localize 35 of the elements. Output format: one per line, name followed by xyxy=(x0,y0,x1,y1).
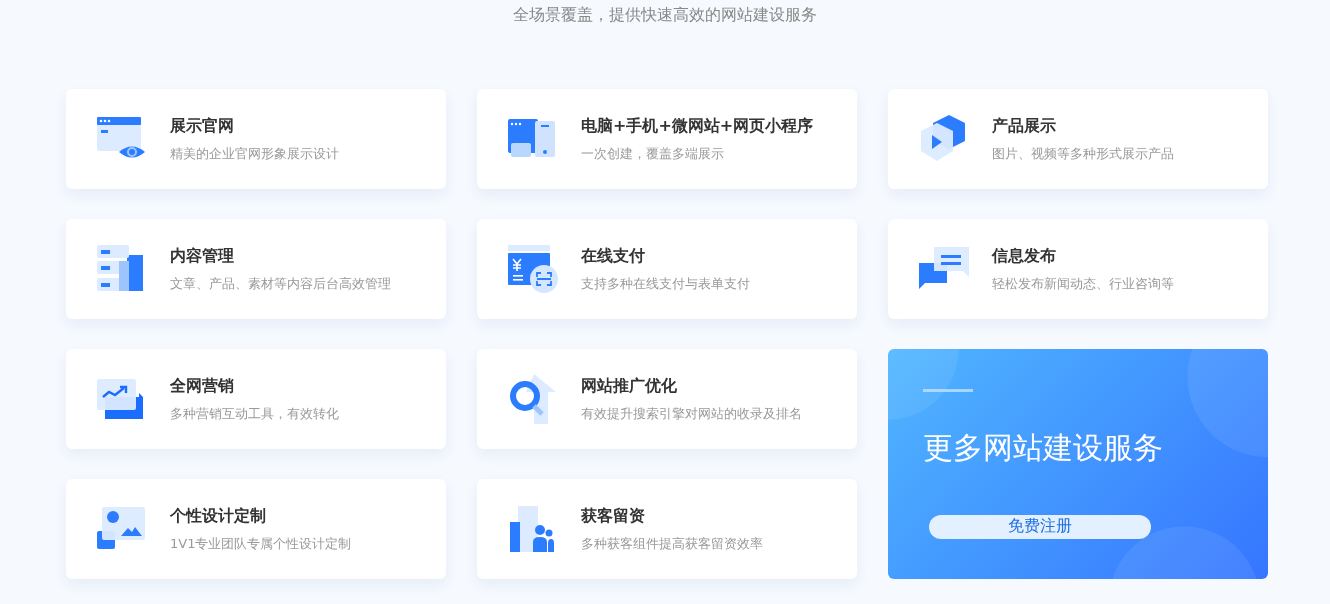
service-card[interactable]: 信息发布 轻松发布新闻动态、行业咨询等 xyxy=(888,219,1268,319)
service-title: 电脑+手机+微网站+网页小程序 xyxy=(581,115,814,137)
register-button[interactable]: 免费注册 xyxy=(929,514,1151,539)
service-title: 在线支付 xyxy=(581,245,646,267)
service-card[interactable]: 全网营销 多种营销互动工具，有效转化 xyxy=(66,349,446,449)
service-title: 网站推广优化 xyxy=(581,375,678,397)
service-description: 有效提升搜索引擎对网站的收录及排名 xyxy=(581,404,802,423)
section-subtitle: 全场景覆盖，提供快速高效的网站建设服务 xyxy=(513,4,817,26)
service-title: 展示官网 xyxy=(170,115,235,137)
service-description: 1V1专业团队专属个性设计定制 xyxy=(170,534,352,553)
service-description: 多种获客组件提高获客留资效率 xyxy=(581,534,763,553)
service-card[interactable]: 展示官网 精美的企业官网形象展示设计 xyxy=(66,89,446,189)
service-title: 产品展示 xyxy=(992,115,1057,137)
service-card[interactable]: 网站推广优化 有效提升搜索引擎对网站的收录及排名 xyxy=(477,349,857,449)
service-card[interactable]: 在线支付 支持多种在线支付与表单支付 xyxy=(477,219,857,319)
service-description: 支持多种在线支付与表单支付 xyxy=(581,274,750,293)
service-title: 信息发布 xyxy=(992,245,1057,267)
service-card[interactable]: 内容管理 文章、产品、素材等内容后台高效管理 xyxy=(66,219,446,319)
service-description: 多种营销互动工具，有效转化 xyxy=(170,404,339,423)
service-description: 轻松发布新闻动态、行业咨询等 xyxy=(992,274,1174,293)
service-title: 个性设计定制 xyxy=(170,505,267,527)
promo-title: 更多网站建设服务 xyxy=(923,428,1163,467)
service-description: 图片、视频等多种形式展示产品 xyxy=(992,144,1174,163)
service-title: 内容管理 xyxy=(170,245,235,267)
chat-bubbles-icon xyxy=(918,247,970,291)
service-description: 文章、产品、素材等内容后台高效管理 xyxy=(170,274,391,293)
image-icon xyxy=(96,507,148,551)
service-title: 获客留资 xyxy=(581,505,646,527)
service-card[interactable]: 个性设计定制 1V1专业团队专属个性设计定制 xyxy=(66,479,446,579)
service-card[interactable]: 获客留资 多种获客组件提高获客留资效率 xyxy=(477,479,857,579)
service-card[interactable]: 产品展示 图片、视频等多种形式展示产品 xyxy=(888,89,1268,189)
accent-line xyxy=(923,389,973,392)
yuan-scan-icon xyxy=(507,245,559,293)
service-description: 精美的企业官网形象展示设计 xyxy=(170,144,339,163)
service-title: 全网营销 xyxy=(170,375,235,397)
